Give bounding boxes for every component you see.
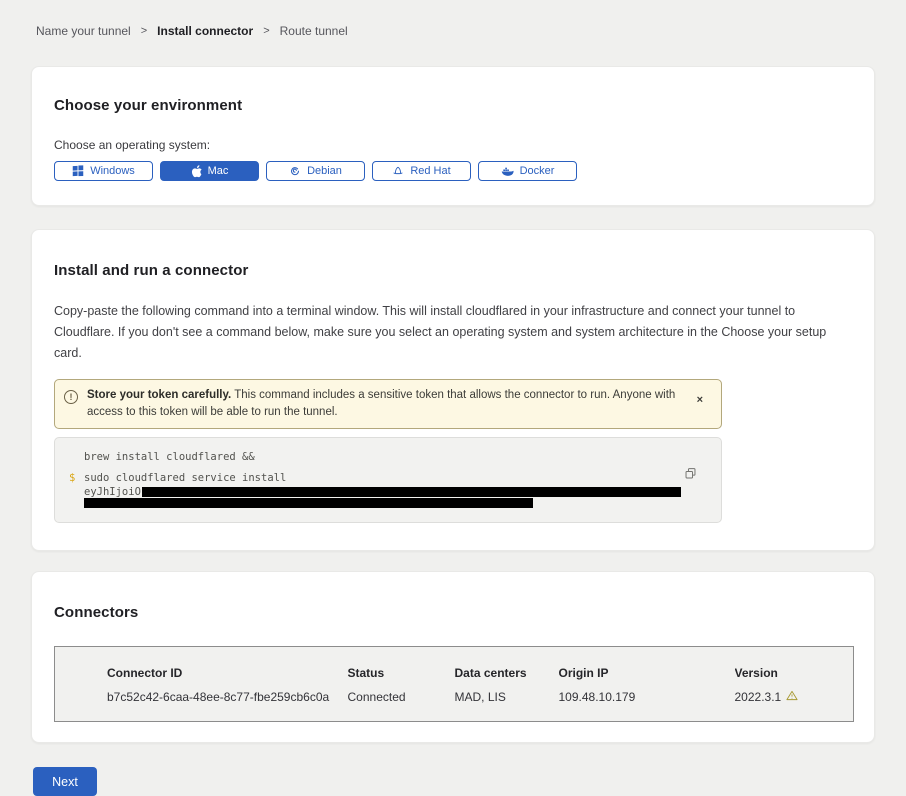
next-button[interactable]: Next bbox=[33, 767, 97, 796]
code-line-brew: brew install cloudflared && bbox=[84, 451, 681, 464]
column-header-status: Status bbox=[348, 647, 455, 684]
os-button-group: Windows Mac Debian bbox=[54, 161, 852, 181]
os-button-docker[interactable]: Docker bbox=[478, 161, 577, 181]
token-warning-text: Store your token carefully. This command… bbox=[87, 387, 697, 421]
column-header-data-centers: Data centers bbox=[455, 647, 559, 684]
connectors-card: Connectors Connector ID Status Data cent… bbox=[31, 571, 875, 743]
breadcrumb-route-tunnel[interactable]: Route tunnel bbox=[280, 24, 348, 38]
version-value: 2022.3.1 bbox=[735, 690, 782, 704]
install-card: Install and run a connector Copy-paste t… bbox=[31, 229, 875, 551]
breadcrumb-separator: > bbox=[141, 25, 147, 37]
shell-prompt: $ bbox=[69, 472, 75, 485]
breadcrumb: Name your tunnel > Install connector > R… bbox=[0, 0, 906, 38]
column-header-version: Version bbox=[735, 647, 854, 684]
code-command-text: sudo cloudflared service install bbox=[84, 472, 286, 484]
os-button-label: Red Hat bbox=[410, 165, 450, 177]
os-button-mac[interactable]: Mac bbox=[160, 161, 259, 181]
redacted-token-bar bbox=[142, 487, 681, 497]
os-select-label: Choose an operating system: bbox=[54, 138, 852, 152]
connectors-table-header-row: Connector ID Status Data centers Origin … bbox=[55, 647, 854, 684]
column-header-origin-ip: Origin IP bbox=[559, 647, 735, 684]
connectors-table: Connector ID Status Data centers Origin … bbox=[54, 646, 854, 722]
breadcrumb-install-connector[interactable]: Install connector bbox=[157, 24, 253, 38]
table-row: b7c52c42-6caa-48ee-8c77-fbe259cb6c0a Con… bbox=[55, 683, 854, 722]
origin-ip-value: 109.48.10.179 bbox=[559, 683, 735, 722]
breadcrumb-separator: > bbox=[263, 25, 269, 37]
environment-card-title: Choose your environment bbox=[54, 97, 852, 114]
os-button-label: Windows bbox=[90, 165, 135, 177]
close-icon[interactable]: × bbox=[697, 395, 703, 406]
connectors-card-title: Connectors bbox=[54, 604, 852, 621]
os-button-debian[interactable]: Debian bbox=[266, 161, 365, 181]
os-button-redhat[interactable]: Red Hat bbox=[372, 161, 471, 181]
token-warning-title: Store your token carefully. bbox=[87, 389, 231, 401]
version-value-cell: 2022.3.1 bbox=[735, 683, 854, 722]
column-header-connector-id: Connector ID bbox=[55, 647, 348, 684]
install-card-title: Install and run a connector bbox=[54, 262, 852, 279]
redhat-icon bbox=[392, 165, 404, 177]
os-button-label: Debian bbox=[307, 165, 342, 177]
status-badge: Connected bbox=[348, 683, 455, 722]
copy-icon[interactable] bbox=[684, 467, 697, 483]
token-line: eyJhIjoiO bbox=[84, 486, 681, 497]
token-warning-banner: ! Store your token carefully. This comma… bbox=[54, 379, 722, 429]
token-prefix: eyJhIjoiO bbox=[84, 486, 141, 498]
os-button-windows[interactable]: Windows bbox=[54, 161, 153, 181]
version-warning-icon bbox=[786, 690, 798, 704]
environment-card: Choose your environment Choose an operat… bbox=[31, 66, 875, 206]
os-button-label: Docker bbox=[520, 165, 555, 177]
windows-icon bbox=[72, 165, 84, 177]
connector-id-value: b7c52c42-6caa-48ee-8c77-fbe259cb6c0a bbox=[55, 683, 348, 722]
install-command-codeblock[interactable]: brew install cloudflared && $ sudo cloud… bbox=[54, 437, 722, 523]
install-description: Copy-paste the following command into a … bbox=[54, 301, 849, 364]
alert-circle-icon: ! bbox=[64, 390, 78, 404]
breadcrumb-name-your-tunnel[interactable]: Name your tunnel bbox=[36, 24, 131, 38]
os-button-label: Mac bbox=[208, 165, 229, 177]
debian-icon bbox=[289, 165, 301, 177]
docker-icon bbox=[501, 166, 514, 177]
code-line-service-install: $ sudo cloudflared service install bbox=[84, 472, 681, 485]
apple-icon bbox=[191, 165, 202, 178]
redacted-token-bar bbox=[84, 498, 533, 508]
data-centers-value: MAD, LIS bbox=[455, 683, 559, 722]
